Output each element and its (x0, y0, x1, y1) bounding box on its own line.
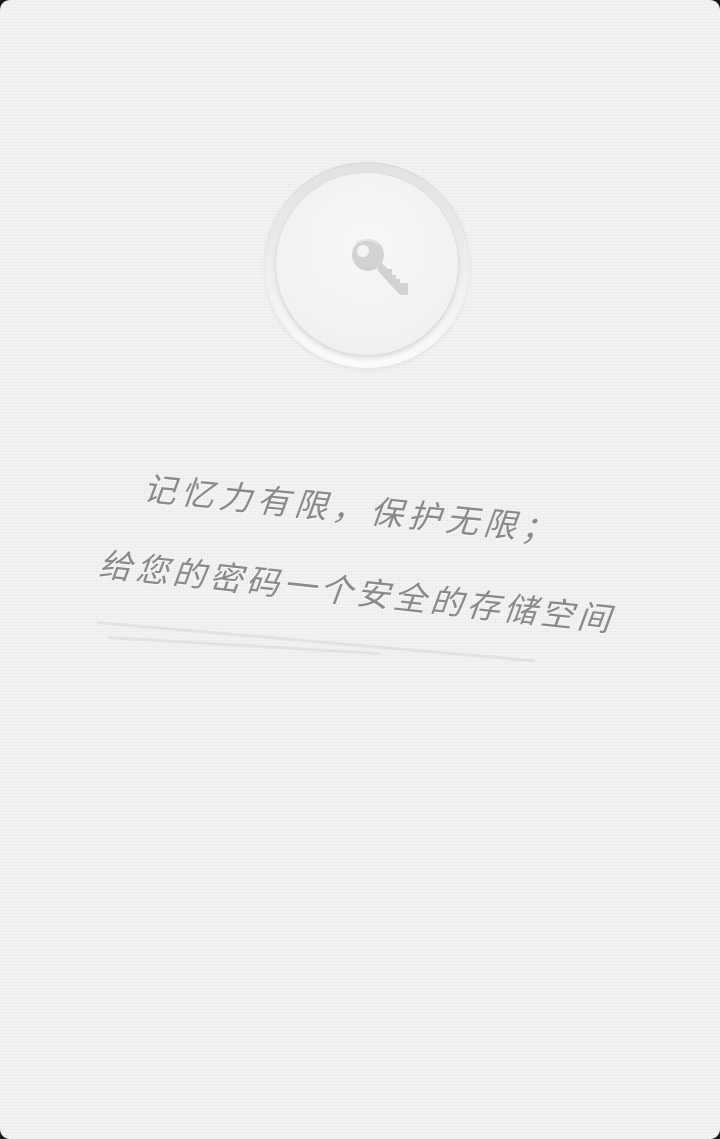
slogan-line-2: 给您的密码一个安全的存储空间 (97, 544, 617, 640)
key-icon (352, 238, 408, 295)
unlock-key-button[interactable] (264, 162, 470, 368)
slogan-underline (96, 621, 536, 663)
slogan-line-1: 记忆力有限，保护无限； (141, 468, 562, 551)
unlock-key-button-face[interactable] (276, 173, 458, 355)
lock-screen: 记忆力有限，保护无限； 给您的密码一个安全的存储空间 (0, 0, 720, 1139)
slogan-underline (107, 636, 380, 656)
